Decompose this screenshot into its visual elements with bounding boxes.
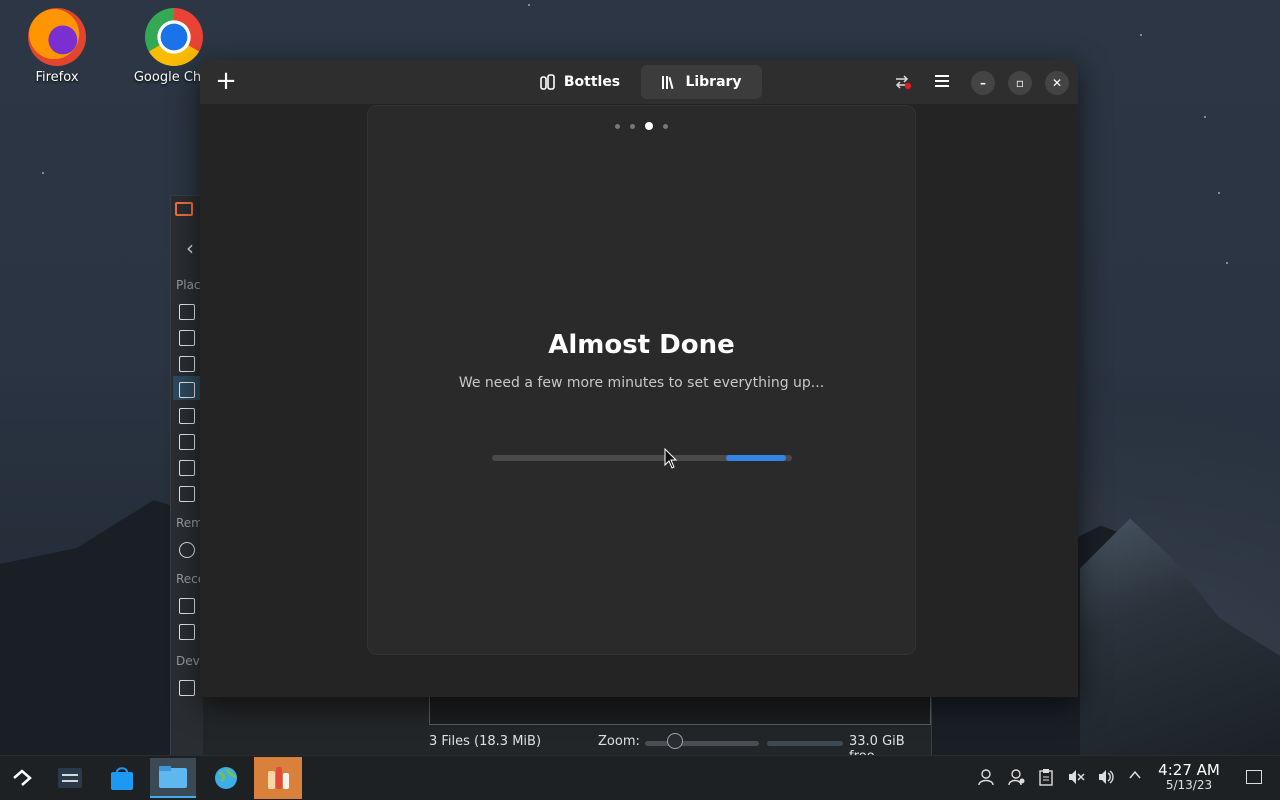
status-text: 3 Files (18.3 MiB) bbox=[429, 734, 542, 749]
page-dot bbox=[645, 122, 653, 130]
taskbar-system-settings[interactable] bbox=[50, 758, 90, 798]
headerbar: + Bottles Library – ▫ ✕ bbox=[200, 60, 1078, 104]
zoom-slider[interactable] bbox=[645, 741, 759, 746]
chrome-icon bbox=[145, 8, 203, 66]
clock-time: 4:27 AM bbox=[1158, 761, 1220, 779]
downloads-icon[interactable] bbox=[179, 382, 195, 398]
taskbar-browser[interactable] bbox=[206, 758, 246, 798]
app-launcher-button[interactable] bbox=[2, 758, 42, 798]
onboarding-card: Almost Done We need a few more minutes t… bbox=[367, 105, 916, 655]
firefox-icon bbox=[28, 8, 86, 66]
desktop-icon[interactable] bbox=[179, 330, 195, 346]
main-menu-button[interactable] bbox=[935, 75, 949, 87]
device-icon[interactable] bbox=[179, 680, 195, 696]
close-button[interactable]: ✕ bbox=[1045, 71, 1069, 95]
system-settings-icon bbox=[58, 768, 82, 788]
trash-icon[interactable] bbox=[179, 486, 195, 502]
taskbar-bottles[interactable] bbox=[254, 757, 302, 799]
app-launcher-icon bbox=[13, 769, 32, 786]
audio-muted-icon[interactable] bbox=[1066, 768, 1086, 788]
zoom-slider-handle[interactable] bbox=[667, 733, 683, 749]
recent-files-icon[interactable] bbox=[179, 598, 195, 614]
videos-icon[interactable] bbox=[179, 460, 195, 476]
onboarding-title: Almost Done bbox=[548, 330, 735, 360]
tab-bottles[interactable]: Bottles bbox=[530, 65, 630, 99]
tab-label: Library bbox=[685, 74, 742, 90]
sidebar-section-remote: Rem bbox=[176, 516, 203, 530]
file-view[interactable] bbox=[429, 694, 931, 725]
user-icon[interactable] bbox=[976, 768, 996, 788]
minimize-button[interactable]: – bbox=[971, 71, 995, 95]
home-icon[interactable] bbox=[179, 304, 195, 320]
network-icon[interactable] bbox=[179, 542, 195, 558]
page-indicator bbox=[368, 122, 915, 130]
discover-icon bbox=[111, 767, 133, 790]
clipboard-icon[interactable] bbox=[1036, 768, 1056, 788]
progress-bar bbox=[492, 455, 792, 461]
recent-locations-icon[interactable] bbox=[179, 624, 195, 640]
clock-date: 5/13/23 bbox=[1165, 778, 1213, 792]
free-space-bar bbox=[767, 741, 843, 746]
maximize-button[interactable]: ▫ bbox=[1008, 71, 1032, 95]
add-bottle-button[interactable]: + bbox=[212, 68, 240, 96]
documents-icon[interactable] bbox=[179, 356, 195, 372]
taskbar-discover[interactable] bbox=[102, 758, 142, 798]
tab-library[interactable]: Library bbox=[641, 65, 762, 99]
sidebar-section-places: Plac bbox=[176, 278, 201, 292]
music-icon[interactable] bbox=[179, 408, 195, 424]
page-dot bbox=[615, 123, 620, 129]
progress-bar-fill bbox=[726, 455, 786, 461]
pictures-icon[interactable] bbox=[179, 434, 195, 450]
mountain-peak bbox=[1080, 518, 1280, 756]
page-dot bbox=[663, 123, 668, 129]
mouse-cursor-icon bbox=[664, 448, 678, 469]
show-desktop-button[interactable] bbox=[1246, 770, 1262, 784]
sidebar-section-devices: Devi bbox=[176, 654, 204, 668]
dolphin-sidebar: ‹ Plac Rem Rece Devi bbox=[171, 196, 205, 758]
tab-label: Bottles bbox=[563, 74, 621, 90]
bottles-window[interactable]: + Bottles Library – ▫ ✕ Almost Done We n… bbox=[200, 60, 1078, 697]
chevron-up-icon[interactable] bbox=[1125, 768, 1145, 788]
user-status-icon[interactable] bbox=[1007, 768, 1027, 788]
back-arrow-icon[interactable]: ‹ bbox=[186, 236, 194, 260]
bottles-icon bbox=[268, 767, 289, 789]
taskbar-dolphin[interactable] bbox=[150, 758, 196, 798]
taskbar: 4:27 AM 5/13/23 bbox=[0, 755, 1280, 800]
clock[interactable]: 4:27 AM 5/13/23 bbox=[1152, 762, 1226, 792]
sync-error-icon[interactable] bbox=[894, 74, 912, 90]
zoom-label: Zoom: bbox=[598, 734, 640, 749]
volume-icon[interactable] bbox=[1096, 768, 1116, 788]
library-icon bbox=[661, 74, 677, 90]
desktop-icon-label: Firefox bbox=[35, 70, 79, 85]
folder-icon bbox=[175, 202, 193, 216]
onboarding-subtitle: We need a few more minutes to set everyt… bbox=[458, 375, 825, 391]
browser-icon bbox=[215, 767, 237, 789]
bottles-icon bbox=[540, 74, 556, 90]
desktop-icon-firefox[interactable]: Firefox bbox=[12, 0, 102, 85]
dolphin-icon bbox=[159, 766, 187, 788]
page-dot bbox=[630, 123, 635, 129]
